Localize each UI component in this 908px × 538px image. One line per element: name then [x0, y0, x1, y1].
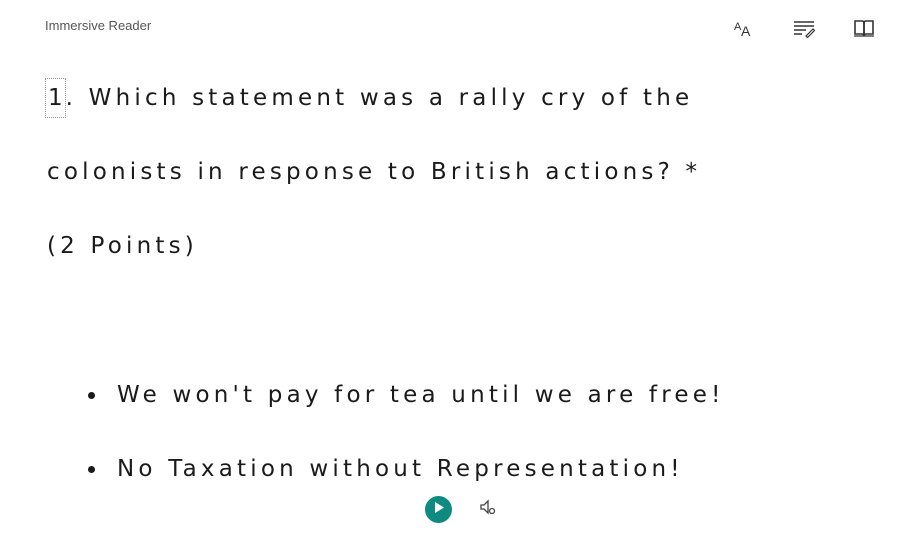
reading-preferences-button[interactable]	[834, 14, 894, 42]
question-text-line-1[interactable]: . Which statement was a rally cry of the	[66, 85, 694, 111]
answer-option[interactable]: We won't pay for tea until we are free!	[88, 376, 725, 450]
play-icon	[433, 501, 445, 519]
voice-settings-icon	[479, 498, 497, 521]
grammar-options-button[interactable]	[774, 14, 834, 42]
question-number[interactable]: 1	[45, 78, 66, 118]
text-preferences-icon: A A	[733, 18, 755, 38]
grammar-options-icon	[793, 18, 815, 38]
reading-preferences-icon	[853, 18, 875, 38]
question-line-1: 1. Which statement was a rally cry of th…	[45, 78, 868, 154]
question-text-line-2[interactable]: colonists in response to British actions…	[47, 154, 868, 228]
play-button[interactable]	[425, 496, 452, 523]
question-points[interactable]: (2 Points)	[47, 228, 868, 302]
answer-option-label: No Taxation without Representation!	[117, 456, 684, 482]
app-title: Immersive Reader	[45, 18, 152, 33]
playback-controls	[425, 496, 498, 523]
bullet-icon	[88, 392, 95, 399]
answer-option[interactable]: No Taxation without Representation!	[88, 450, 725, 524]
answer-option-label: We won't pay for tea until we are free!	[117, 382, 725, 408]
answer-options: We won't pay for tea until we are free! …	[88, 376, 725, 524]
svg-text:A: A	[741, 23, 751, 38]
reading-content: 1. Which statement was a rally cry of th…	[45, 78, 868, 302]
text-preferences-button[interactable]: A A	[714, 14, 774, 42]
voice-settings-button[interactable]	[478, 498, 498, 521]
immersive-reader-window: Immersive Reader A A 1 . Which statement…	[0, 0, 908, 538]
toolbar: A A	[714, 14, 894, 42]
bullet-icon	[88, 466, 95, 473]
